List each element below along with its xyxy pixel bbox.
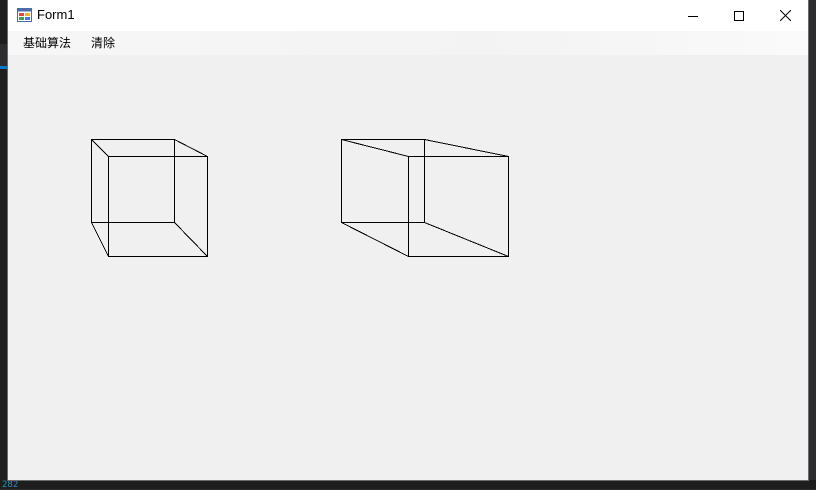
menu-basic-algorithm[interactable]: 基础算法 [16,35,78,52]
menu-clear[interactable]: 清除 [84,35,122,52]
drawing-canvas[interactable] [8,55,808,480]
cube1-edge-br [174,222,208,257]
cube1-edge-tl [91,139,109,157]
cube2-back-face [341,139,425,223]
cube2-edge-bl [341,222,409,257]
ide-right-strip [808,0,816,489]
cube2-front-face [408,156,509,257]
minimize-button[interactable] [670,0,716,31]
cube2-edge-br [424,222,509,257]
perspective-projection-cube [341,139,509,257]
ide-bottom-strip [0,480,816,489]
close-icon [779,10,791,21]
minimize-icon [688,15,698,17]
ide-tab-strip [0,44,8,66]
cube1-edge-tr [174,139,208,157]
cube1-edge-bl [91,222,109,257]
parallel-projection-cube [91,139,208,257]
close-button[interactable] [762,0,808,31]
winforms-app-icon [17,8,32,22]
menu-bar: 基础算法 清除 [8,31,808,55]
title-bar[interactable]: Form1 [8,0,808,31]
maximize-button[interactable] [716,0,762,31]
cube2-edge-tr [424,139,509,157]
window-title: Form1 [37,7,75,22]
maximize-icon [734,10,744,21]
cube2-edge-tl [341,139,409,157]
cube-drawing [91,139,509,257]
form1-window: Form1 基础算法 清除 [8,0,808,480]
ide-left-strip [0,0,8,489]
